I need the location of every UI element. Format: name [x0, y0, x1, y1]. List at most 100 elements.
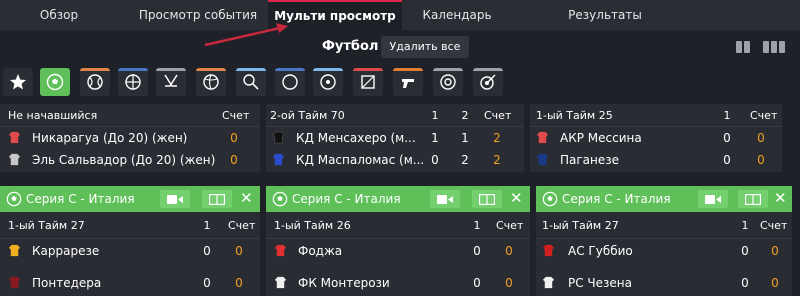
sport-filter-bar [0, 68, 800, 98]
hockey-filter[interactable] [156, 68, 186, 96]
close-icon[interactable]: ✕ [774, 189, 787, 207]
ball-filter[interactable] [275, 68, 305, 96]
handball-filter[interactable] [353, 68, 383, 96]
match-status: 1-ый Тайм 27 [542, 219, 619, 232]
team-shirt-icon [542, 244, 555, 257]
tab-overview[interactable]: Обзор [0, 0, 118, 30]
total-score: 2 [493, 153, 501, 167]
favorites-filter[interactable] [3, 68, 33, 96]
team-shirt-icon [536, 131, 549, 144]
field-view-button[interactable] [738, 190, 768, 208]
total-score: 0 [505, 276, 513, 290]
period-column: 1 [723, 109, 731, 122]
match-card[interactable]: 1-ый Тайм 25 1 Счет АКР Мессина 0 0 Пага… [530, 104, 782, 172]
match-header: Не начавшийся Счет [0, 104, 260, 128]
match-card[interactable]: Серия C - Италия ✕ 1-ый Тайм 27 1 Счет К… [0, 186, 260, 296]
team-name: Никарагуа (До 20) (жен) [32, 131, 188, 145]
league-header: Серия C - Италия ✕ [536, 186, 792, 212]
match-header: 1-ый Тайм 27 1 Счет [0, 214, 260, 238]
layout-two-columns-button[interactable] [736, 41, 750, 53]
soccer-ball-icon [46, 73, 64, 91]
video-button[interactable] [698, 190, 728, 208]
video-camera-icon [167, 194, 183, 204]
team-row: Понтедера 0 0 [0, 271, 260, 295]
match-header: 2-ой Тайм 70 1 2 Счет [266, 104, 524, 128]
period-score: 0 [473, 244, 481, 258]
team-shirt-icon [8, 131, 21, 144]
target-filter[interactable] [433, 68, 463, 96]
tennis-icon [87, 74, 103, 90]
period-score: 0 [203, 276, 211, 290]
match-header: 1-ый Тайм 26 1 Счет [266, 214, 530, 238]
league-header: Серия C - Италия ✕ [266, 186, 530, 212]
team-name: Понтедера [32, 276, 102, 290]
period-score: 1 [461, 131, 469, 145]
period-column: 1 [473, 219, 481, 232]
league-name: Серия C - Италия [292, 192, 401, 206]
match-status: 1-ый Тайм 27 [8, 219, 85, 232]
score-label: Счет [484, 109, 512, 122]
team-shirt-icon [272, 131, 285, 144]
period-score: 0 [723, 131, 731, 145]
soccer-ball-icon [272, 191, 288, 207]
tab-multi-view[interactable]: Мульти просмотр [268, 0, 402, 30]
target-icon [440, 74, 456, 90]
team-shirt-icon [274, 276, 287, 289]
shooter-filter[interactable] [393, 68, 423, 96]
match-header: 1-ый Тайм 25 1 Счет [530, 104, 782, 128]
period-score: 0 [203, 244, 211, 258]
match-card[interactable]: Не начавшийся Счет Никарагуа (До 20) (же… [0, 104, 260, 172]
hockey-icon [164, 74, 178, 87]
volleyball-icon [203, 74, 219, 90]
field-view-button[interactable] [472, 190, 502, 208]
team-row: Эль Сальвадор (До 20) (жен) 0 [0, 148, 260, 172]
tab-event-view[interactable]: Просмотр события [130, 0, 266, 30]
period-score: 0 [723, 153, 731, 167]
basketball-filter[interactable] [118, 68, 148, 96]
badminton-icon [243, 74, 259, 90]
team-shirt-icon [8, 276, 21, 289]
soccer-filter[interactable] [40, 68, 70, 96]
match-card[interactable]: 2-ой Тайм 70 1 2 Счет КД Менсахеро (м...… [266, 104, 524, 172]
team-shirt-icon [272, 153, 285, 166]
period-score: 1 [431, 131, 439, 145]
volleyball-filter[interactable] [196, 68, 226, 96]
tennis-filter[interactable] [80, 68, 110, 96]
total-score: 0 [230, 131, 238, 145]
darts-filter[interactable] [473, 68, 503, 96]
period-column: 2 [461, 109, 469, 122]
match-card[interactable]: Серия C - Италия ✕ 1-ый Тайм 27 1 Счет А… [536, 186, 792, 296]
snooker-filter[interactable] [313, 68, 343, 96]
tab-calendar[interactable]: Календарь [404, 0, 510, 30]
total-score: 0 [235, 244, 243, 258]
badminton-filter[interactable] [236, 68, 266, 96]
team-shirt-icon [536, 153, 549, 166]
close-icon[interactable]: ✕ [510, 189, 523, 207]
team-row: РС Чезена 0 0 [536, 271, 792, 295]
close-icon[interactable]: ✕ [240, 189, 253, 207]
match-card[interactable]: Серия C - Италия ✕ 1-ый Тайм 26 1 Счет Ф… [266, 186, 530, 296]
period-score: 0 [741, 244, 749, 258]
top-navigation: Обзор Просмотр события Мульти просмотр К… [0, 0, 800, 30]
team-name: АС Губбио [568, 244, 633, 258]
team-row: КД Маспаломас (м... 0 2 2 [266, 148, 524, 172]
delete-all-button[interactable]: Удалить все [381, 36, 469, 58]
total-score: 0 [771, 276, 779, 290]
team-shirt-icon [8, 153, 21, 166]
darts-icon [480, 74, 496, 90]
period-score: 0 [741, 276, 749, 290]
match-status: 1-ый Тайм 26 [274, 219, 351, 232]
field-view-button[interactable] [202, 190, 232, 208]
total-score: 0 [235, 276, 243, 290]
video-button[interactable] [430, 190, 460, 208]
team-name: РС Чезена [568, 276, 633, 290]
score-label: Счет [222, 109, 250, 122]
period-score: 0 [473, 276, 481, 290]
team-shirt-icon [542, 276, 555, 289]
video-button[interactable] [160, 190, 190, 208]
total-score: 0 [230, 153, 238, 167]
tab-results[interactable]: Результаты [540, 0, 670, 30]
layout-three-columns-button[interactable] [763, 41, 785, 53]
match-header: 1-ый Тайм 27 1 Счет [536, 214, 792, 238]
team-row: Паганезе 0 0 [530, 148, 782, 172]
